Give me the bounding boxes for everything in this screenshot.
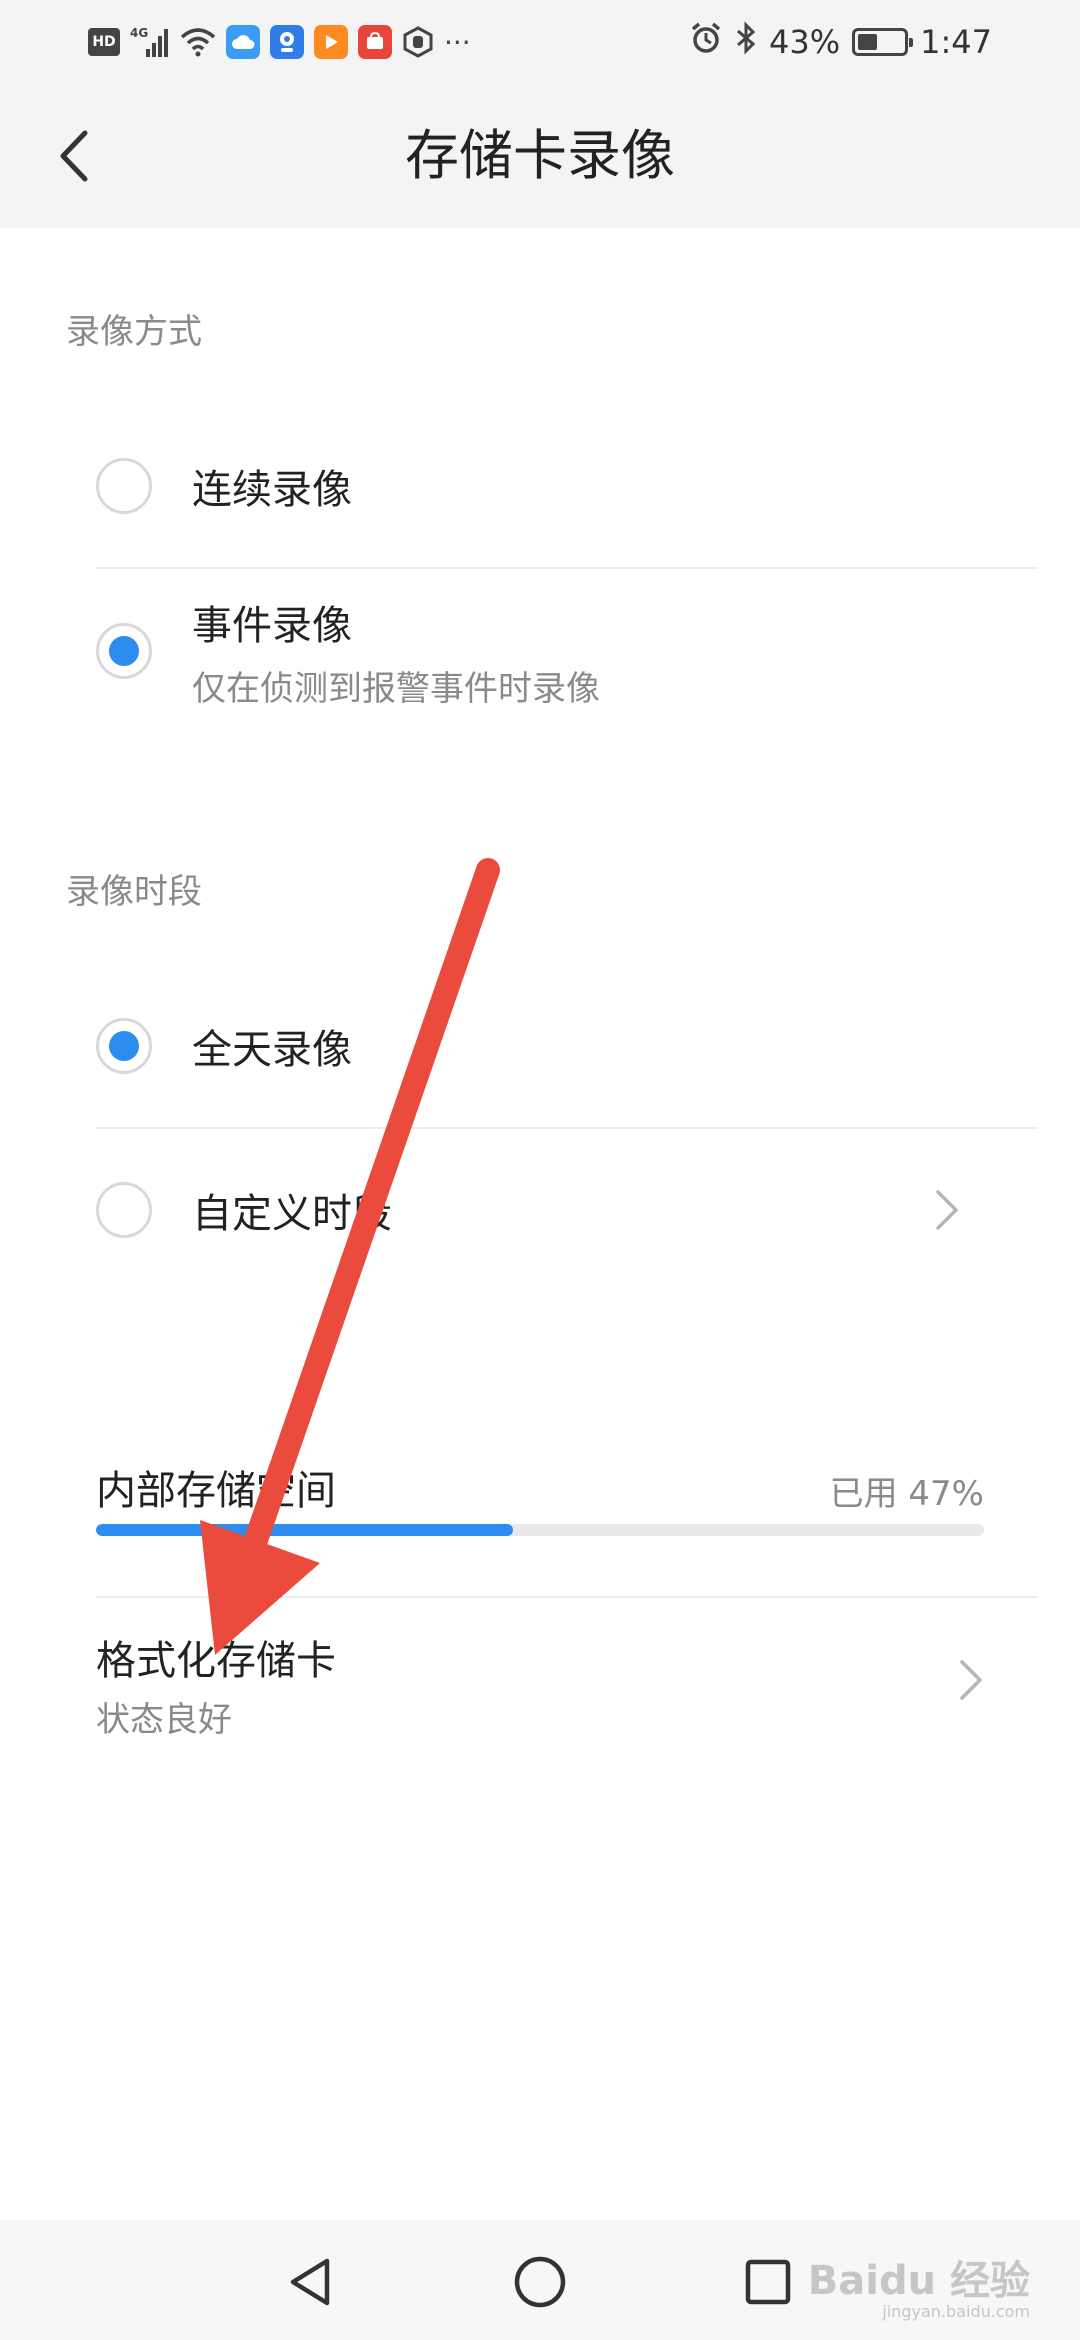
- storage-progress-bar: [96, 1524, 984, 1536]
- event-recording-description: 仅在侦测到报警事件时录像: [192, 668, 600, 709]
- battery-fill: [858, 34, 878, 50]
- watermark-brand: Baidu 经验: [807, 2258, 1030, 2304]
- chevron-right-icon: [934, 1188, 960, 1236]
- continuous-recording-label: 连续录像: [192, 467, 352, 513]
- option-continuous-recording[interactable]: 连续录像: [96, 446, 1038, 526]
- page-title: 存储卡录像: [405, 124, 675, 187]
- custom-period-radio[interactable]: [96, 1182, 152, 1238]
- wifi-icon: [180, 25, 216, 59]
- format-sd-card-row[interactable]: 格式化存储卡 状态良好: [96, 1598, 1038, 1748]
- status-more-indicator: ···: [444, 25, 471, 59]
- storage-title: 内部存储空间: [96, 1468, 336, 1514]
- status-bar-right: 43% 1:47: [689, 20, 992, 64]
- storage-used-text: 已用 47%: [829, 1474, 984, 1514]
- battery-icon: [852, 28, 914, 56]
- cloud-icon: [226, 25, 260, 59]
- signal-icon: 4G: [130, 25, 170, 59]
- watermark-logo: Baidu 经验 jingyan.baidu.com: [808, 2248, 1030, 2321]
- all-day-recording-label: 全天录像: [192, 1027, 352, 1073]
- alarm-icon: [689, 21, 723, 63]
- status-bar: HD 4G ··· 43% 1:47: [0, 0, 1080, 84]
- divider: [96, 567, 1038, 569]
- battery-percent: 43%: [769, 23, 841, 61]
- nav-recents-button[interactable]: [728, 2242, 808, 2322]
- recording-period-label: 录像时段: [66, 872, 202, 912]
- storage-progress-fill: [96, 1524, 514, 1536]
- hand-app-icon: [402, 25, 434, 59]
- option-all-day-recording[interactable]: 全天录像: [96, 1006, 1038, 1086]
- watermark-url: jingyan.baidu.com: [882, 2302, 1030, 2321]
- clock: 1:47: [920, 23, 992, 61]
- continuous-recording-radio[interactable]: [96, 458, 152, 514]
- format-sd-card-title: 格式化存储卡: [96, 1638, 336, 1684]
- nav-back-button[interactable]: [270, 2242, 350, 2322]
- header: 存储卡录像: [0, 84, 1080, 228]
- video-app-icon: [314, 25, 348, 59]
- custom-period-label: 自定义时段: [192, 1191, 392, 1237]
- huawei-app-icon: [358, 25, 392, 59]
- square-recents-icon: [745, 2259, 791, 2305]
- status-bar-left: HD 4G ···: [88, 20, 471, 64]
- triangle-back-icon: [290, 2258, 330, 2306]
- sd-card-status: 状态良好: [96, 1700, 232, 1740]
- hd-icon: HD: [88, 28, 120, 56]
- all-day-recording-radio[interactable]: [96, 1018, 152, 1074]
- option-event-recording[interactable]: 事件录像 仅在侦测到报警事件时录像: [96, 596, 1038, 709]
- divider: [96, 1127, 1038, 1129]
- camera-app-icon: [270, 25, 304, 59]
- recording-mode-label: 录像方式: [66, 312, 202, 352]
- bluetooth-icon: [735, 21, 757, 63]
- event-recording-radio[interactable]: [96, 623, 152, 679]
- option-custom-period[interactable]: 自定义时段: [96, 1170, 1038, 1250]
- top-bar: HD 4G ··· 43% 1:47 存储卡录像: [0, 0, 1080, 228]
- circle-home-icon: [514, 2256, 566, 2308]
- nav-home-button[interactable]: [500, 2242, 580, 2322]
- event-recording-label: 事件录像: [192, 602, 352, 649]
- network-type-label: 4G: [130, 26, 148, 40]
- chevron-right-icon: [958, 1658, 984, 1706]
